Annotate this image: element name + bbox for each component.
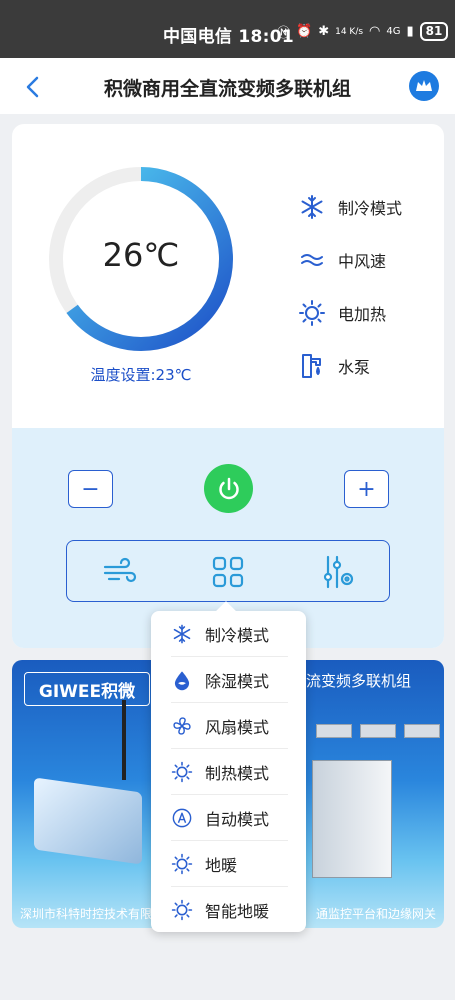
increase-temperature-button[interactable]: + [344,470,389,508]
status-icons: Ⓝ ⏰ ✱ 14 K/s ◠ 4G ▮ 81 [277,22,449,41]
banner-title: 流变频多联机组 [306,672,412,690]
decrease-temperature-button[interactable]: − [68,470,113,508]
signal-icon: ▮ [406,24,414,39]
alarm-icon: ⏰ [296,24,313,39]
outdoor-unit-image [312,760,392,878]
menu-item-heating[interactable]: 制热模式 [151,749,306,795]
crown-icon [416,80,432,91]
status-label: 中风速 [338,251,387,271]
sliders-icon [323,555,354,589]
nfc-icon: Ⓝ [277,26,291,41]
status-item-fan-speed: 中风速 [298,233,402,286]
menu-item-label: 制热模式 [205,764,270,783]
sun-icon [299,299,325,326]
brand-logo: GIWEE积微 [24,672,150,706]
vip-button[interactable] [409,71,439,101]
status-item-mode: 制冷模式 [298,180,402,233]
banner-footer-left: 深圳市科特时控技术有限 [20,907,153,921]
menu-item-dehumidify[interactable]: 除湿模式 [151,657,306,703]
auto-icon [172,808,192,828]
status-label: 水泵 [338,357,371,377]
grid-icon [212,556,244,588]
menu-item-floor-heating[interactable]: 地暖 [151,841,306,887]
pump-icon [302,353,321,378]
page-title: 积微商用全直流变频多联机组 [103,78,351,100]
status-label: 电加热 [338,304,387,324]
power-icon [218,477,239,499]
power-button[interactable] [204,464,253,513]
status-item-heater: 电加热 [298,286,402,339]
indoor-unit-image [316,724,352,738]
bluetooth-icon: ✱ [318,24,330,39]
status-list: 制冷模式 中风速 电加热 水泵 [298,180,402,392]
sun-icon [171,761,193,783]
carrier-time: 中国电信 18:01 [163,27,295,47]
menu-item-fan[interactable]: 风扇模式 [151,703,306,749]
menu-item-label: 风扇模式 [205,718,270,737]
fan-icon [173,717,191,735]
menu-item-cooling[interactable]: 制冷模式 [151,611,306,657]
snowflake-icon [173,624,191,644]
settings-button[interactable] [319,553,357,591]
snowflake-icon [301,194,323,219]
indoor-unit-image [404,724,440,738]
net-speed: 14 K/s [335,26,364,37]
gateway-device-image [34,777,142,865]
battery-icon: 81 [419,22,449,41]
temperature-setting: 温度设置:23℃ [90,366,192,384]
control-card: 26℃ 温度设置:23℃ 制冷模式 中风速 电加热 水泵 − + [12,124,444,648]
header: 积微商用全直流变频多联机组 [0,58,455,114]
menu-item-smart-floor-heating[interactable]: 智能地暖 [151,887,306,933]
indoor-unit-image [360,724,396,738]
menu-item-label: 制冷模式 [205,626,270,645]
status-item-pump: 水泵 [298,339,402,392]
banner-footer-right: 通监控平台和边缘网关 [315,907,436,921]
mode-button[interactable] [209,553,247,591]
droplet-icon [174,671,190,691]
menu-item-auto[interactable]: 自动模式 [151,795,306,841]
menu-item-label: 智能地暖 [205,902,270,921]
wifi-icon: ◠ [369,24,381,39]
current-temperature: 26℃ [102,236,180,274]
sun-icon [171,853,193,875]
menu-item-label: 除湿模式 [205,672,270,691]
wind-icon [301,253,323,266]
menu-item-label: 自动模式 [205,810,270,829]
wind-icon [103,557,137,583]
sun-icon [171,899,193,921]
signal-label: 4G [386,26,401,37]
status-label: 制冷模式 [338,198,403,218]
antenna-image [122,700,126,780]
function-toolbar [66,540,390,602]
status-bar: 中国电信 18:01 Ⓝ ⏰ ✱ 14 K/s ◠ 4G ▮ 81 [0,0,455,58]
fan-speed-button[interactable] [101,553,139,591]
menu-item-label: 地暖 [205,856,238,875]
mode-dropdown-menu: 制冷模式 除湿模式 风扇模式 制热模式 自动模式 地暖 智能地暖 [151,611,306,932]
